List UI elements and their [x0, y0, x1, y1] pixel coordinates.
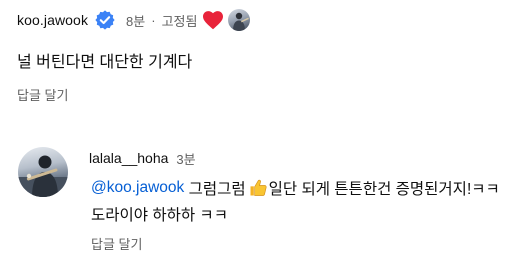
comment-author[interactable]: koo.jawook — [17, 12, 88, 28]
reply-text-part2: 일단 되게 튼튼한건 증명된거지!ㅋㅋ — [268, 181, 500, 198]
meta-separator: · — [151, 12, 156, 28]
comment-time: 8분 — [126, 13, 146, 29]
thumbs-up-emoji — [250, 179, 267, 196]
reply-text-part1: 그럼그럼 — [184, 181, 246, 198]
heart-icon — [203, 11, 224, 30]
reply-avatar[interactable] — [18, 147, 68, 197]
reply-header: lalala__hoha 3분 — [89, 148, 196, 168]
mention-link[interactable]: @koo.jawook — [91, 179, 184, 197]
reply-text-line2: 도라이야 하하하 ㅋㅋ — [91, 207, 228, 224]
comment-header: koo.jawook 8분 · 고정됨 — [17, 9, 251, 31]
comment-text: 널 버틴다면 대단한 기계다 — [17, 54, 193, 71]
reply-to-reply-button[interactable]: 답글 달기 — [91, 234, 142, 253]
verified-check-icon — [95, 10, 115, 30]
reply-text-line1: @koo.jawook 그럼그럼 일단 되게 튼튼한건 증명된거지!ㅋㅋ — [91, 177, 500, 199]
reply-button[interactable]: 답글 달기 — [17, 85, 68, 104]
reply-author[interactable]: lalala__hoha — [89, 150, 168, 166]
pinned-label: 고정됨 — [161, 13, 198, 29]
creator-heart-avatar — [228, 9, 251, 31]
reply-time: 3분 — [176, 151, 196, 167]
